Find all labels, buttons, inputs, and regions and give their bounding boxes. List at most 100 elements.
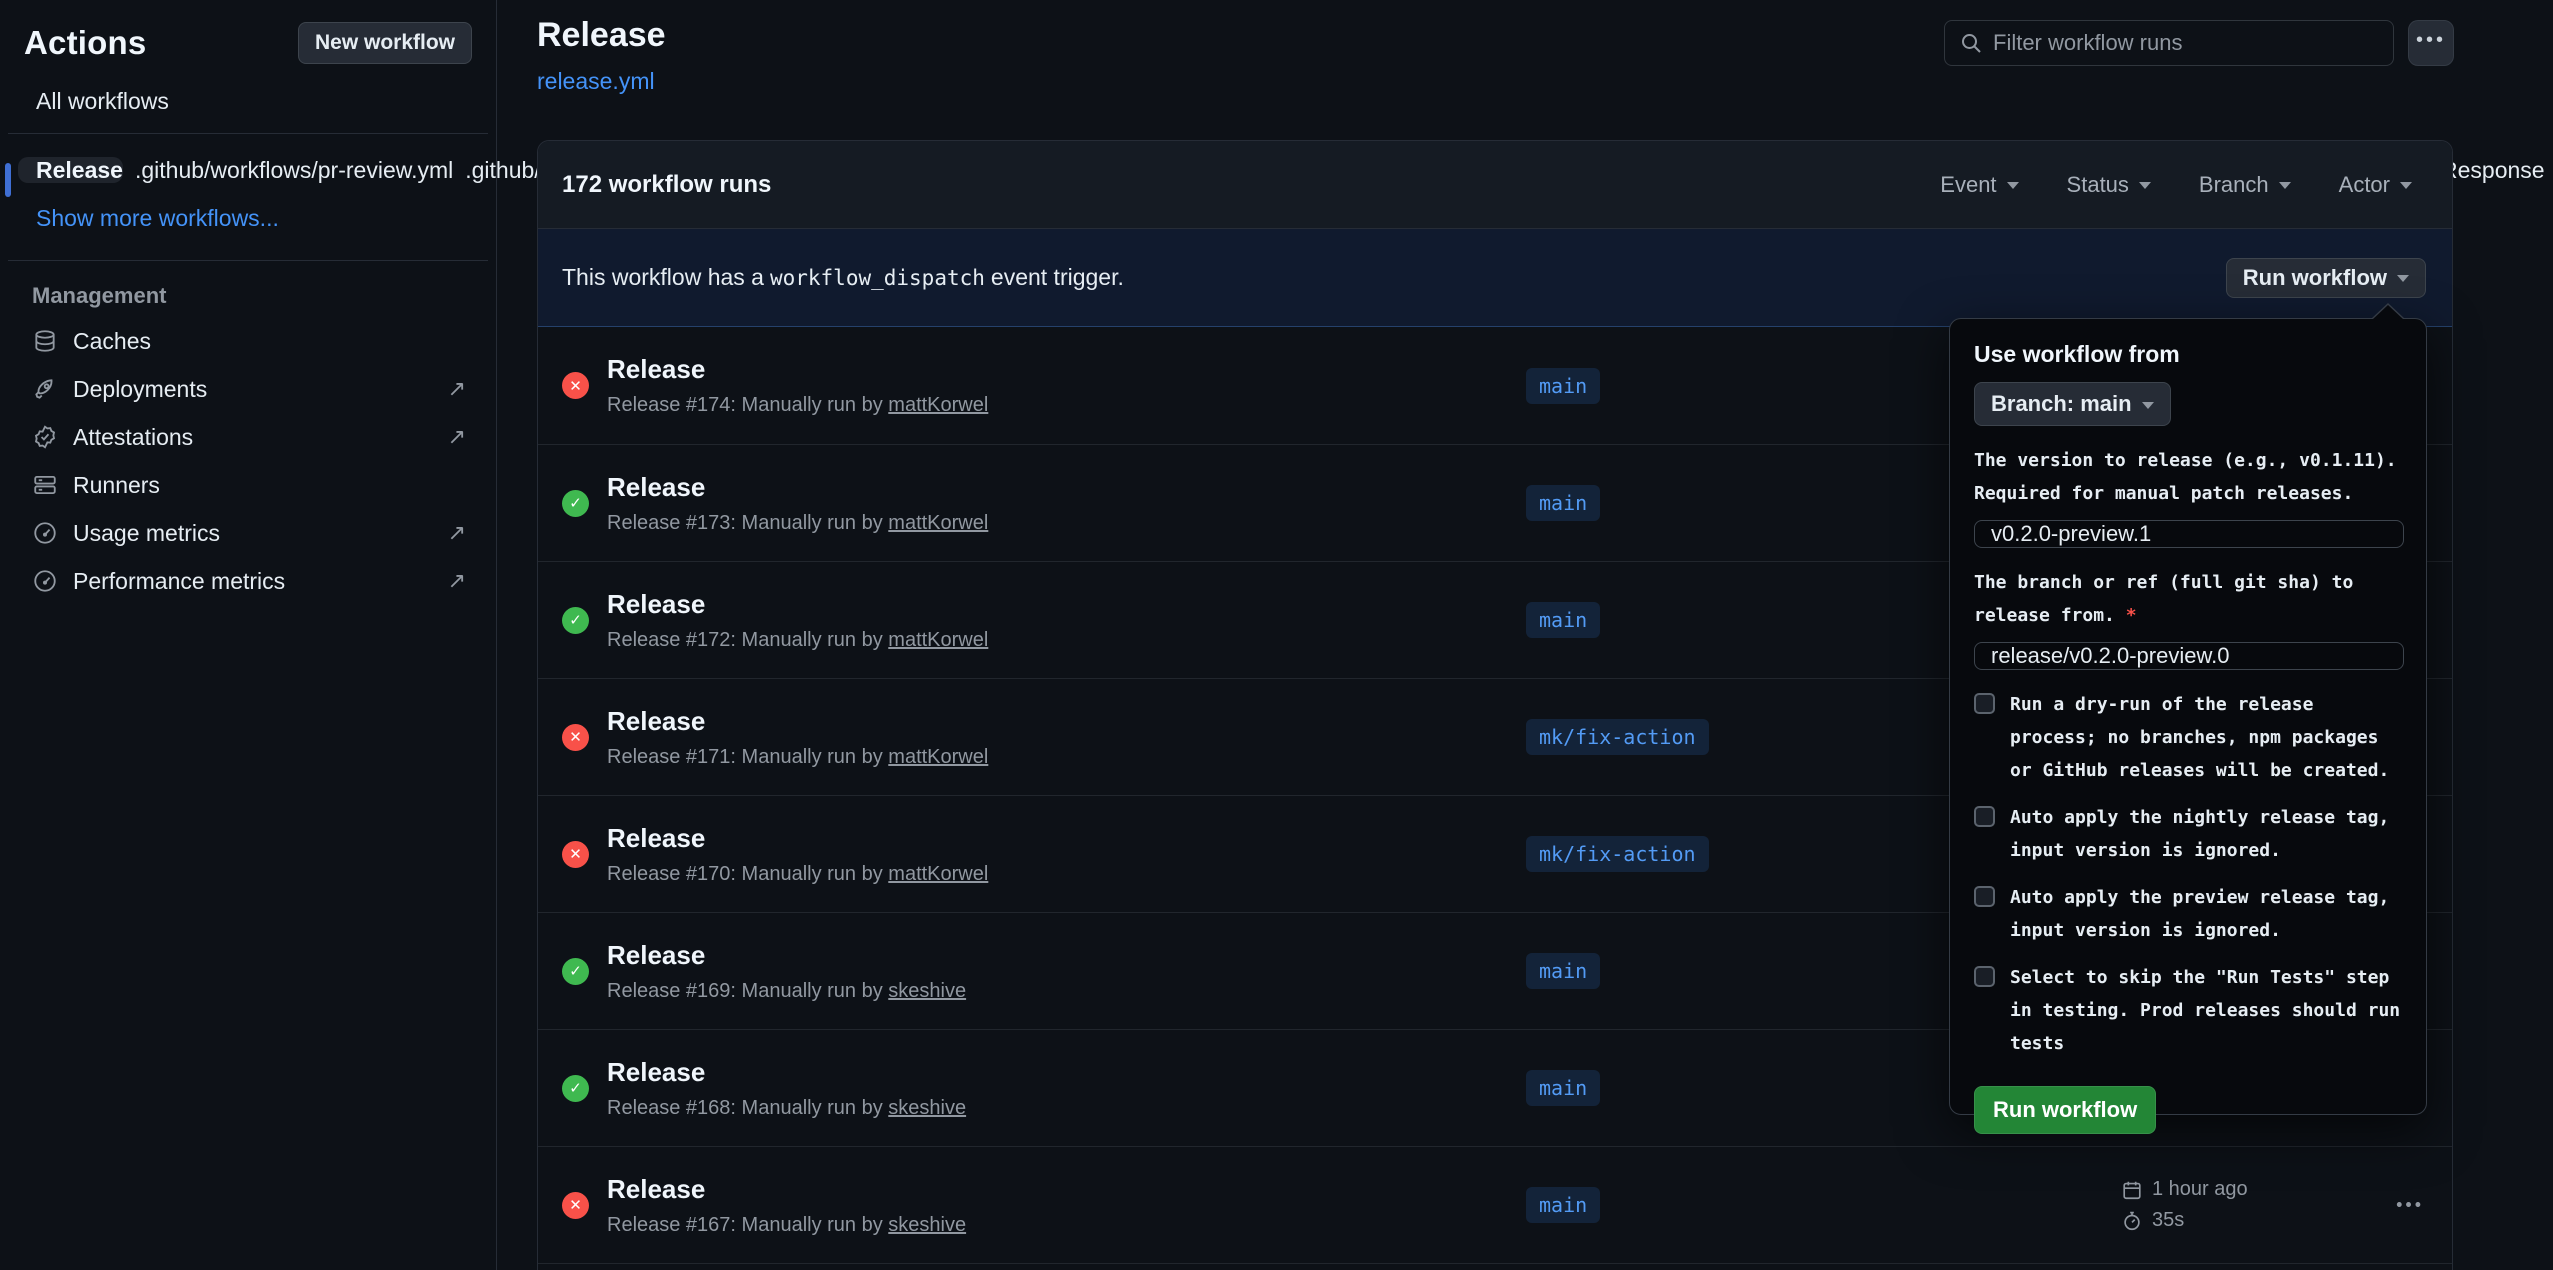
- chevron-down-icon: [2400, 182, 2412, 189]
- new-workflow-button[interactable]: New workflow: [298, 22, 472, 64]
- external-link-icon: ↗: [448, 520, 466, 546]
- version-input[interactable]: [1974, 520, 2404, 548]
- run-workflow-popover: Use workflow from Branch: main The versi…: [1949, 318, 2427, 1115]
- run-title-link[interactable]: Release: [607, 1057, 966, 1088]
- run-workflow-submit-button[interactable]: Run workflow: [1974, 1086, 2156, 1134]
- run-title-link[interactable]: Release: [607, 472, 988, 503]
- external-link-icon: ↗: [448, 376, 466, 402]
- checkbox[interactable]: [1974, 693, 1995, 714]
- filter-status-dropdown[interactable]: Status: [2067, 172, 2151, 198]
- checkbox[interactable]: [1974, 966, 1995, 987]
- management-item-label: Caches: [73, 328, 151, 355]
- ref-input[interactable]: [1974, 642, 2404, 670]
- branch-badge[interactable]: main: [1526, 1070, 1600, 1106]
- server-icon: [32, 472, 58, 498]
- sidebar-item-all-workflows[interactable]: All workflows: [24, 88, 472, 115]
- sidebar-management-item[interactable]: Deployments↗: [24, 365, 472, 413]
- branch-badge[interactable]: mk/fix-action: [1526, 836, 1709, 872]
- workflow-run-row: ✕ReleaseRelease #167: Manually run by sk…: [538, 1146, 2452, 1263]
- checkbox-label: Run a dry-run of the releaseprocess; no …: [2010, 688, 2402, 787]
- run-actor-link[interactable]: skeshive: [888, 980, 966, 1002]
- run-title-link[interactable]: Release: [607, 354, 988, 385]
- chevron-down-icon: [2279, 182, 2291, 189]
- run-text-block: ReleaseRelease #168: Manually run by ske…: [607, 1057, 966, 1120]
- filter-label: Event: [1940, 172, 1996, 198]
- sidebar-management-item[interactable]: Runners: [24, 461, 472, 509]
- run-actor-link[interactable]: skeshive: [888, 1097, 966, 1119]
- branch-selector-button[interactable]: Branch: main: [1974, 382, 2171, 426]
- management-list: CachesDeployments↗Attestations↗RunnersUs…: [24, 317, 472, 605]
- status-success-icon: ✓: [562, 490, 589, 517]
- search-input[interactable]: [1993, 30, 2379, 56]
- branch-badge[interactable]: main: [1526, 1187, 1600, 1223]
- checkbox[interactable]: [1974, 886, 1995, 907]
- filter-branch-dropdown[interactable]: Branch: [2199, 172, 2291, 198]
- chevron-down-icon: [2142, 402, 2154, 409]
- page-kebab-menu-button[interactable]: •••: [2408, 20, 2454, 66]
- banner-text: This workflow has aworkflow_dispatcheven…: [562, 264, 1124, 291]
- workflow-dispatch-banner: This workflow has aworkflow_dispatcheven…: [538, 229, 2452, 327]
- sidebar-management-item[interactable]: Usage metrics ↗: [24, 509, 472, 557]
- stopwatch-icon: [2121, 1210, 2143, 1232]
- checkbox[interactable]: [1974, 806, 1995, 827]
- description-line: release from. *: [1974, 599, 2402, 632]
- run-actor-link[interactable]: mattKorwel: [888, 394, 988, 416]
- branch-badge[interactable]: main: [1526, 368, 1600, 404]
- sidebar-management-item[interactable]: Attestations↗: [24, 413, 472, 461]
- run-subtitle: Release #173: Manually run by mattKorwel: [607, 512, 988, 535]
- required-marker: *: [2115, 605, 2137, 626]
- dispatch-input-checkbox-group: Run a dry-run of the releaseprocess; no …: [1974, 688, 2402, 787]
- meter-icon: [32, 568, 58, 594]
- run-actor-link[interactable]: mattKorwel: [888, 629, 988, 651]
- branch-badge[interactable]: main: [1526, 602, 1600, 638]
- run-title-link[interactable]: Release: [607, 823, 988, 854]
- page-title: Release: [537, 16, 666, 55]
- run-actor-link[interactable]: mattKorwel: [888, 863, 988, 885]
- run-title-link[interactable]: Release: [607, 940, 966, 971]
- dispatch-input-checkbox-group: Select to skip the "Run Tests" stepin te…: [1974, 961, 2402, 1060]
- run-title-link[interactable]: Release: [607, 1174, 966, 1205]
- sidebar-item-workflow[interactable]: .github/workflows/pr-review.yml: [123, 157, 453, 183]
- verified-icon: [32, 424, 58, 450]
- sidebar-divider: [8, 260, 488, 261]
- run-text-block: ReleaseRelease #167: Manually run by ske…: [607, 1174, 966, 1237]
- sidebar-management-item[interactable]: Performance metrics↗: [24, 557, 472, 605]
- run-title-link[interactable]: Release: [607, 706, 988, 737]
- run-subtitle: Release #170: Manually run by mattKorwel: [607, 863, 988, 886]
- checkbox-label: Auto apply the nightly release tag,input…: [2010, 801, 2402, 867]
- run-actor-link[interactable]: skeshive: [888, 1214, 966, 1236]
- run-subtitle: Release #174: Manually run by mattKorwel: [607, 394, 988, 417]
- workflow-file-link[interactable]: release.yml: [537, 68, 655, 95]
- runs-panel-header: 172 workflow runs EventStatusBranchActor: [538, 141, 2452, 229]
- management-section-label: Management: [24, 283, 472, 309]
- filter-actor-dropdown[interactable]: Actor: [2339, 172, 2412, 198]
- run-kebab-menu-button[interactable]: •••: [2396, 1195, 2424, 1216]
- filter-label: Actor: [2339, 172, 2390, 198]
- branch-badge[interactable]: main: [1526, 953, 1600, 989]
- show-more-workflows-link[interactable]: Show more workflows...: [24, 205, 279, 231]
- search-icon: [1959, 31, 1983, 55]
- calendar-icon: [2121, 1179, 2143, 1201]
- external-link-icon: ↗: [448, 568, 466, 594]
- status-failure-icon: ✕: [562, 724, 589, 751]
- branch-badge[interactable]: mk/fix-action: [1526, 719, 1709, 755]
- description-line: The branch or ref (full git sha) to: [1974, 566, 2402, 599]
- version-input-description: The version to release (e.g., v0.1.11).R…: [1974, 444, 2402, 510]
- management-item-label: Usage metrics: [73, 520, 220, 547]
- filter-runs-search: [1944, 20, 2394, 66]
- workflow-dispatch-code: workflow_dispatch: [770, 266, 985, 290]
- sidebar-item-workflow[interactable]: Release: [18, 157, 123, 183]
- run-duration: 35s: [2152, 1209, 2184, 1232]
- github-actions-page: Actions New workflow All workflows Relea…: [0, 0, 2553, 1270]
- run-actor-link[interactable]: mattKorwel: [888, 512, 988, 534]
- run-actor-link[interactable]: mattKorwel: [888, 746, 988, 768]
- ref-input-description: The branch or ref (full git sha) torelea…: [1974, 566, 2402, 632]
- run-workflow-dropdown-button[interactable]: Run workflow: [2226, 258, 2426, 298]
- popover-heading: Use workflow from: [1974, 341, 2402, 368]
- sidebar-management-item[interactable]: Caches: [24, 317, 472, 365]
- run-text-block: ReleaseRelease #172: Manually run by mat…: [607, 589, 988, 652]
- run-title-link[interactable]: Release: [607, 589, 988, 620]
- status-success-icon: ✓: [562, 1075, 589, 1102]
- filter-event-dropdown[interactable]: Event: [1940, 172, 2018, 198]
- branch-badge[interactable]: main: [1526, 485, 1600, 521]
